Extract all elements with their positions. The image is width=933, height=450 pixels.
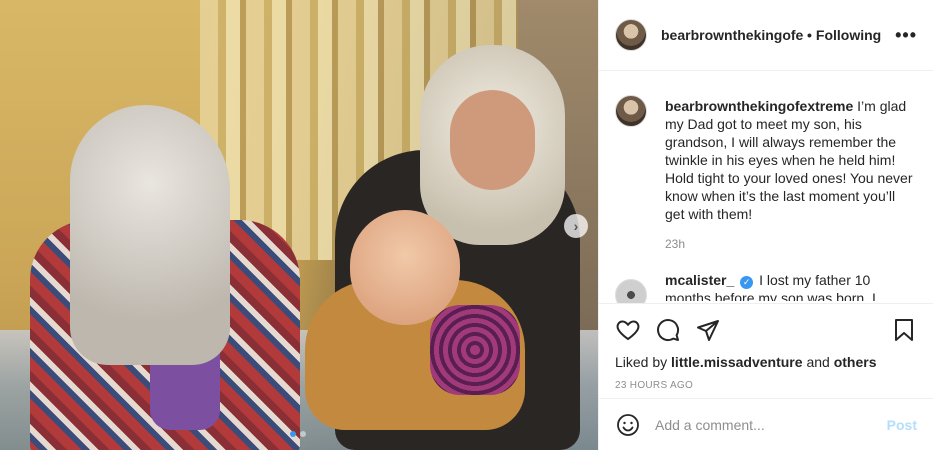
carousel-dot-active [290,431,296,437]
paper-plane-icon[interactable] [695,317,721,343]
likes-summary: Liked by little.missadventure and others [615,354,917,370]
comments-list[interactable]: bearbrownthekingofextreme I’m glad my Da… [599,71,933,303]
instagram-post: › bearbrownthekingofe • Following ••• be… [0,0,933,450]
photo-woman-hair [70,105,230,365]
author-avatar[interactable] [615,19,647,51]
comment-bubble-icon[interactable] [655,317,681,343]
add-comment-bar: Post [599,398,933,450]
following-button[interactable]: Following [816,27,881,43]
post-header: bearbrownthekingofe • Following ••• [599,0,933,71]
post-sidebar: bearbrownthekingofe • Following ••• bear… [598,0,933,450]
reply-comment: mcalister_ ✓ I lost my father 10 months … [615,271,917,303]
header-username-link[interactable]: bearbrownthekingofe [661,27,803,43]
photo-toy [430,305,520,395]
caption-comment: bearbrownthekingofextreme I’m glad my Da… [615,87,917,253]
caption-text: I’m glad my Dad got to meet my son, his … [665,98,913,222]
caption-time[interactable]: 23h [665,235,917,253]
photo-baby-head [350,210,460,325]
liked-by-prefix: Liked by [615,354,668,370]
liked-by-user-link[interactable]: little.missadventure [671,354,803,370]
reply-avatar[interactable] [615,279,647,303]
post-actions: Liked by little.missadventure and others… [599,303,933,398]
liked-by-others-link[interactable]: others [834,354,877,370]
more-options-icon[interactable]: ••• [895,25,917,46]
post-comment-button[interactable]: Post [887,417,917,433]
verified-badge-icon: ✓ [740,276,754,289]
heart-icon[interactable] [615,317,641,343]
carousel-next-button[interactable]: › [564,214,588,238]
bookmark-icon[interactable] [891,317,917,343]
carousel-dot [300,431,306,437]
caption-username-link[interactable]: bearbrownthekingofextreme [665,98,853,114]
liked-by-and: and [806,354,830,370]
post-timestamp[interactable]: 23 hours ago [615,380,917,391]
photo-man-face [450,90,535,190]
carousel-dots [290,431,306,437]
comment-input[interactable] [655,416,887,433]
header-separator: • [807,27,812,43]
smiley-icon[interactable] [615,412,641,438]
reply-username-link[interactable]: mcalister_ [665,272,734,288]
caption-avatar[interactable] [615,95,647,127]
post-photo[interactable]: › [0,0,598,450]
